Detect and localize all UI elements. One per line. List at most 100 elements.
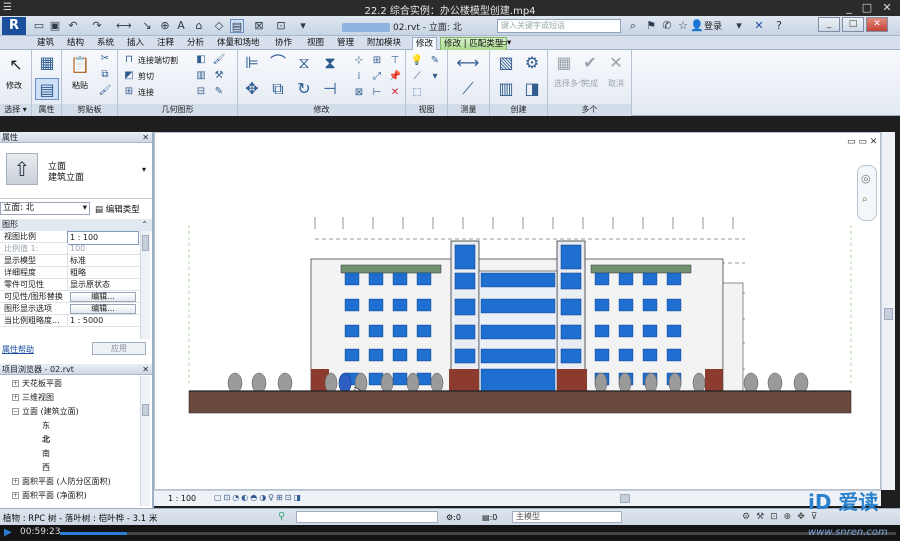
revit-app-icon[interactable]: R (2, 17, 26, 35)
match-type-icon[interactable]: 🖌 (98, 84, 112, 97)
browser-item-elevations[interactable]: − 立面 (建筑立面) (12, 406, 79, 417)
tab-annotate[interactable]: 注释 (154, 37, 177, 50)
tab-massing-site[interactable]: 体量和场地 (214, 37, 263, 50)
modify-cursor-icon[interactable]: ↖ (4, 54, 28, 76)
join-label[interactable]: 连接 (138, 87, 154, 98)
revit-close-button[interactable]: ✕ (866, 17, 888, 32)
graphic-display-edit-button[interactable]: 编辑... (70, 304, 136, 314)
move-icon[interactable]: ✥ (240, 78, 264, 100)
cut-geometry-icon[interactable]: ◩ (122, 69, 136, 82)
hide-element-icon[interactable]: 💡 (410, 54, 424, 67)
play-icon[interactable]: ▶ (4, 527, 12, 538)
section-icon[interactable]: ◇ (212, 19, 226, 33)
revit-minimize-button[interactable]: _ (818, 17, 840, 32)
redo-icon[interactable]: ↷ (90, 19, 104, 33)
prop-coarse-scale[interactable]: 当比例粗略度... 1 : 5000 (0, 315, 140, 327)
browser-item-3d-views[interactable]: + 三维视图 (12, 392, 54, 403)
view-scale[interactable]: 1 : 100 (168, 494, 196, 503)
apply-button[interactable]: 应用 (92, 342, 146, 355)
prop-graphic-display[interactable]: 图形显示选项 编辑... (0, 303, 140, 315)
select-multiple-icon[interactable]: ▦ (552, 52, 576, 74)
type-selector[interactable]: ⇧ 立面 建筑立面 ▾ (0, 143, 152, 199)
linework-icon[interactable]: ⟋ (410, 70, 424, 83)
extend-icon[interactable]: ⊢ (370, 86, 384, 99)
browser-item-east[interactable]: 东 (42, 420, 50, 431)
vg-edit-button[interactable]: 编辑... (70, 292, 136, 302)
browser-item-area-plans-civil-defense[interactable]: + 面积平面 (人防分区面积) (12, 476, 111, 487)
finish-label[interactable]: 完成 (582, 78, 598, 89)
prop-display-model[interactable]: 显示模型 标准 (0, 255, 140, 267)
aligned-dimension-icon[interactable]: ⟋ (456, 78, 480, 100)
selected-tree[interactable] (338, 372, 352, 394)
properties-help-link[interactable]: 属性帮助 (2, 344, 34, 355)
switch-windows-icon[interactable]: ⊡ (274, 19, 288, 33)
tab-architecture[interactable]: 建筑 (34, 37, 57, 50)
join-icon[interactable]: ⊞ (122, 85, 136, 98)
paint-icon[interactable]: 🖌 (212, 53, 226, 66)
browser-item-area-plans-net[interactable]: + 面积平面 (净面积) (12, 490, 87, 501)
cancel-icon[interactable]: ✕ (604, 52, 628, 74)
align-icon[interactable]: ⊫ (240, 52, 264, 74)
horizontal-scrollbar-thumb[interactable] (620, 494, 630, 503)
properties-scrollbar[interactable] (140, 231, 150, 339)
tab-view[interactable]: 视图 (304, 37, 327, 50)
user-icon[interactable]: 👤 (690, 19, 704, 33)
override-graphics-icon[interactable]: ✎ (428, 54, 442, 67)
3d-view-icon[interactable]: ⌂ (192, 19, 206, 33)
instance-selector[interactable]: 立面: 北 ▾ (0, 202, 90, 215)
copy-modify-icon[interactable]: ⧉ (266, 78, 290, 100)
browser-scrollbar[interactable] (140, 376, 150, 506)
tab-collaborate[interactable]: 协作 (272, 37, 295, 50)
communication-icon[interactable]: ✆ (660, 19, 674, 33)
modify-label[interactable]: 修改 (6, 80, 22, 91)
remove-paint-icon[interactable]: ✎ (212, 85, 226, 98)
prop-parts-visibility[interactable]: 零件可见性 显示原状态 (0, 279, 140, 291)
tab-modify[interactable]: 修改 (412, 37, 438, 50)
demolish-icon[interactable]: ⚒ (212, 69, 226, 82)
wall-joins-icon[interactable]: ▥ (194, 69, 208, 82)
close-hidden-icon[interactable]: ⊠ (252, 19, 266, 33)
create-parts-icon[interactable]: ⚙ (520, 52, 544, 74)
copy-icon[interactable]: ⧉ (98, 68, 112, 81)
mirror-axis-icon[interactable]: ⧖ (292, 52, 316, 74)
qa-dropdown-icon[interactable]: ▾ (296, 19, 310, 33)
prop-vg-overrides[interactable]: 可见性/图形替换 编辑... (0, 291, 140, 303)
tab-systems[interactable]: 系统 (94, 37, 117, 50)
panel-select-label[interactable]: 选择 ▾ (0, 104, 31, 116)
select-box-icon[interactable]: ⬚ (410, 86, 424, 99)
array-icon[interactable]: ⁞ (352, 70, 366, 83)
player-close-button[interactable]: ✕ (880, 1, 894, 14)
subscription-icon[interactable]: ⚑ (644, 19, 658, 33)
tab-insert[interactable]: 插入 (124, 37, 147, 50)
measure-icon[interactable]: ⟷ (116, 19, 132, 33)
type-dropdown-icon[interactable]: ▾ (142, 165, 146, 174)
worksets-icon[interactable]: ⚲ (278, 511, 285, 522)
paste-icon[interactable]: 📋 (68, 54, 92, 76)
browser-item-north[interactable]: 北 (42, 434, 50, 445)
revit-maximize-button[interactable]: □ (842, 17, 864, 32)
thin-lines-icon[interactable]: ▤ (230, 19, 244, 33)
graphics-group-header[interactable]: 图形 ⌃ (0, 219, 152, 231)
view-control-icons[interactable]: ▢⊡◔◐◓◑♀⊞⊡◨ (214, 493, 303, 502)
pin-icon[interactable]: 📌 (388, 70, 402, 83)
offset-icon[interactable]: ⌒ (266, 52, 290, 74)
search-input[interactable]: 键入关键字或短语 (497, 19, 621, 33)
gap-split-icon[interactable]: ⊞ (370, 54, 384, 67)
measure-distance-icon[interactable]: ⟷ (456, 52, 480, 74)
drawing-area[interactable]: ▭ ▭ ✕ ◎ ⌕ (154, 132, 881, 490)
undo-icon[interactable]: ↶ (66, 19, 80, 33)
edit-type-button[interactable]: ▤ 编辑类型 (95, 203, 140, 215)
dimension-icon[interactable]: ↘ (140, 19, 154, 33)
cancel-label[interactable]: 取消 (608, 78, 624, 89)
split-face-icon[interactable]: ◧ (194, 53, 208, 66)
browser-item-ceiling-plans[interactable]: + 天花板平面 (12, 378, 62, 389)
trim-multiple-icon[interactable]: ⊤ (388, 54, 402, 67)
view-dropdown-icon[interactable]: ▾ (428, 70, 442, 83)
open-icon[interactable]: ▭ (32, 19, 46, 33)
tab-addins[interactable]: 附加模块 (364, 37, 404, 50)
paste-label[interactable]: 粘贴 (72, 80, 88, 91)
finish-icon[interactable]: ✔ (578, 52, 602, 74)
create-assembly-icon[interactable]: ▧ (494, 52, 518, 74)
browser-item-south[interactable]: 南 (42, 448, 50, 459)
cut-icon[interactable]: ✂ (98, 52, 112, 65)
